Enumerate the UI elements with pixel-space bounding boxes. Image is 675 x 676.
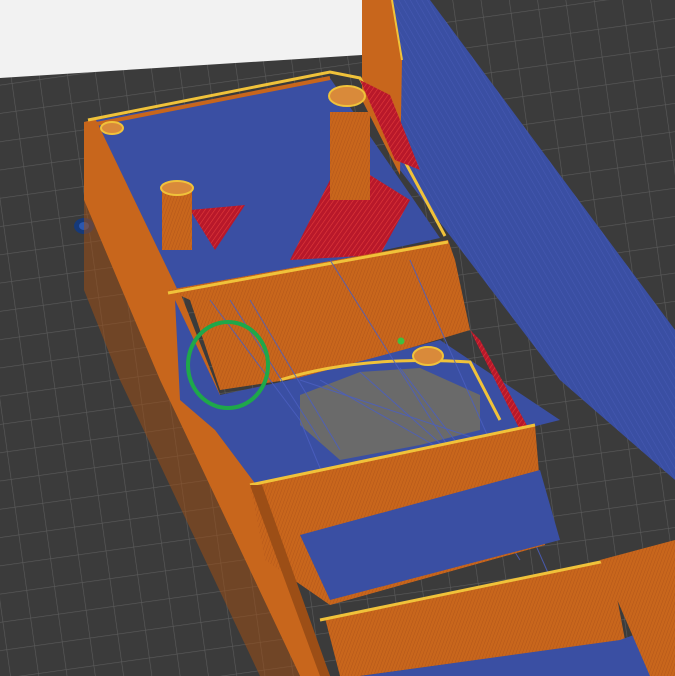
green-dot-marker bbox=[397, 337, 405, 345]
screw-boss bbox=[412, 346, 444, 366]
corner-hole-1 bbox=[100, 121, 124, 135]
slicer-3d-viewport[interactable] bbox=[0, 0, 675, 676]
standoff-post-2-top bbox=[328, 85, 366, 107]
gcode-preview-canvas[interactable] bbox=[0, 0, 675, 676]
standoff-post-1-top bbox=[160, 180, 194, 196]
standoff-post-2 bbox=[330, 112, 370, 200]
standoff-post-1 bbox=[162, 188, 192, 250]
